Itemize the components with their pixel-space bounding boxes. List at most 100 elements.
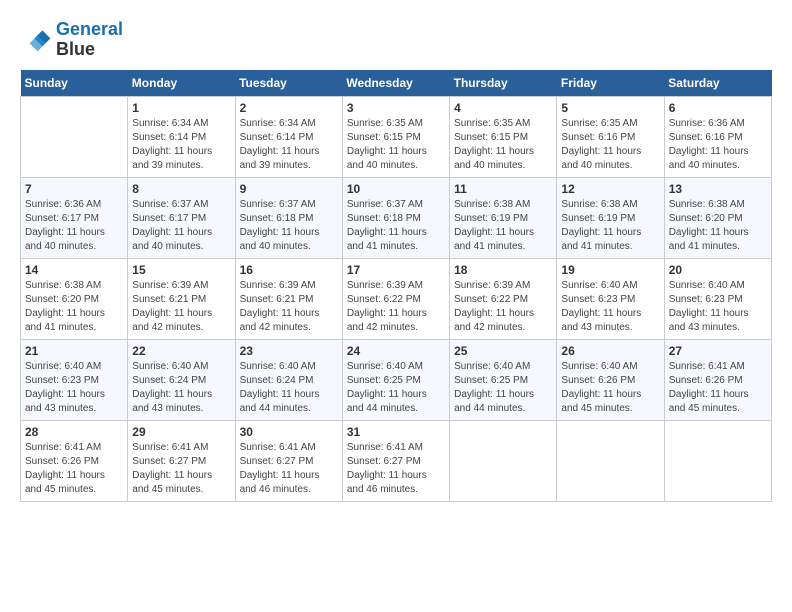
day-info: Sunrise: 6:38 AM Sunset: 6:19 PM Dayligh…	[454, 198, 552, 254]
day-number: 21	[25, 344, 123, 358]
day-number: 2	[240, 101, 338, 115]
calendar-cell: 30 Sunrise: 6:41 AM Sunset: 6:27 PM Dayli…	[235, 420, 342, 501]
day-info: Sunrise: 6:39 AM Sunset: 6:21 PM Dayligh…	[240, 279, 338, 335]
day-info: Sunrise: 6:40 AM Sunset: 6:26 PM Dayligh…	[561, 360, 659, 416]
calendar-cell: 5Sunrise: 6:35 AM Sunset: 6:16 PM Daylig…	[557, 96, 664, 177]
calendar-cell: 15 Sunrise: 6:39 AM Sunset: 6:21 PM Dayli…	[128, 258, 235, 339]
day-info: Sunrise: 6:40 AM Sunset: 6:23 PM Dayligh…	[25, 360, 123, 416]
weekday-header: Sunday	[21, 70, 128, 97]
day-info: Sunrise: 6:38 AM Sunset: 6:20 PM Dayligh…	[669, 198, 767, 254]
day-info: Sunrise: 6:35 AM Sunset: 6:15 PM Dayligh…	[347, 117, 445, 173]
logo: General Blue	[20, 20, 123, 60]
calendar-cell	[450, 420, 557, 501]
calendar-cell: 28 Sunrise: 6:41 AM Sunset: 6:26 PM Dayli…	[21, 420, 128, 501]
day-info: Sunrise: 6:37 AM Sunset: 6:17 PM Dayligh…	[132, 198, 230, 254]
day-info: Sunrise: 6:39 AM Sunset: 6:22 PM Dayligh…	[454, 279, 552, 335]
calendar-cell	[664, 420, 771, 501]
calendar-cell: 2 Sunrise: 6:34 AM Sunset: 6:14 PM Daylig…	[235, 96, 342, 177]
day-info: Sunrise: 6:34 AM Sunset: 6:14 PM Dayligh…	[240, 117, 338, 173]
weekday-header: Tuesday	[235, 70, 342, 97]
calendar-week: 14 Sunrise: 6:38 AM Sunset: 6:20 PM Dayli…	[21, 258, 772, 339]
day-number: 9	[240, 182, 338, 196]
day-info: Sunrise: 6:41 AM Sunset: 6:27 PM Dayligh…	[132, 441, 230, 497]
calendar-cell: 25Sunrise: 6:40 AM Sunset: 6:25 PM Dayli…	[450, 339, 557, 420]
calendar-cell: 19Sunrise: 6:40 AM Sunset: 6:23 PM Dayli…	[557, 258, 664, 339]
day-info: Sunrise: 6:39 AM Sunset: 6:22 PM Dayligh…	[347, 279, 445, 335]
calendar-cell: 6Sunrise: 6:36 AM Sunset: 6:16 PM Daylig…	[664, 96, 771, 177]
calendar-cell: 13Sunrise: 6:38 AM Sunset: 6:20 PM Dayli…	[664, 177, 771, 258]
calendar-cell: 24 Sunrise: 6:40 AM Sunset: 6:25 PM Dayli…	[342, 339, 449, 420]
day-info: Sunrise: 6:38 AM Sunset: 6:19 PM Dayligh…	[561, 198, 659, 254]
calendar-cell: 16 Sunrise: 6:39 AM Sunset: 6:21 PM Dayli…	[235, 258, 342, 339]
weekday-header: Monday	[128, 70, 235, 97]
day-info: Sunrise: 6:38 AM Sunset: 6:20 PM Dayligh…	[25, 279, 123, 335]
day-number: 26	[561, 344, 659, 358]
calendar-cell: 8 Sunrise: 6:37 AM Sunset: 6:17 PM Daylig…	[128, 177, 235, 258]
day-number: 29	[132, 425, 230, 439]
calendar-cell: 18 Sunrise: 6:39 AM Sunset: 6:22 PM Dayli…	[450, 258, 557, 339]
day-number: 3	[347, 101, 445, 115]
day-info: Sunrise: 6:41 AM Sunset: 6:27 PM Dayligh…	[347, 441, 445, 497]
day-number: 24	[347, 344, 445, 358]
day-number: 4	[454, 101, 552, 115]
calendar-cell: 3 Sunrise: 6:35 AM Sunset: 6:15 PM Daylig…	[342, 96, 449, 177]
calendar-cell: 23 Sunrise: 6:40 AM Sunset: 6:24 PM Dayli…	[235, 339, 342, 420]
day-number: 8	[132, 182, 230, 196]
calendar-cell: 27 Sunrise: 6:41 AM Sunset: 6:26 PM Dayli…	[664, 339, 771, 420]
day-info: Sunrise: 6:40 AM Sunset: 6:25 PM Dayligh…	[454, 360, 552, 416]
day-info: Sunrise: 6:34 AM Sunset: 6:14 PM Dayligh…	[132, 117, 230, 173]
calendar-cell: 21 Sunrise: 6:40 AM Sunset: 6:23 PM Dayli…	[21, 339, 128, 420]
day-number: 10	[347, 182, 445, 196]
calendar-week: 1 Sunrise: 6:34 AM Sunset: 6:14 PM Daylig…	[21, 96, 772, 177]
calendar-week: 28 Sunrise: 6:41 AM Sunset: 6:26 PM Dayli…	[21, 420, 772, 501]
day-number: 7	[25, 182, 123, 196]
day-info: Sunrise: 6:41 AM Sunset: 6:26 PM Dayligh…	[669, 360, 767, 416]
weekday-header: Wednesday	[342, 70, 449, 97]
calendar-week: 7 Sunrise: 6:36 AM Sunset: 6:17 PM Daylig…	[21, 177, 772, 258]
calendar-cell: 31 Sunrise: 6:41 AM Sunset: 6:27 PM Dayli…	[342, 420, 449, 501]
day-info: Sunrise: 6:36 AM Sunset: 6:17 PM Dayligh…	[25, 198, 123, 254]
weekday-header: Thursday	[450, 70, 557, 97]
day-info: Sunrise: 6:35 AM Sunset: 6:15 PM Dayligh…	[454, 117, 552, 173]
day-info: Sunrise: 6:41 AM Sunset: 6:26 PM Dayligh…	[25, 441, 123, 497]
day-number: 11	[454, 182, 552, 196]
weekday-header: Friday	[557, 70, 664, 97]
day-number: 22	[132, 344, 230, 358]
day-number: 28	[25, 425, 123, 439]
day-number: 17	[347, 263, 445, 277]
day-number: 14	[25, 263, 123, 277]
day-info: Sunrise: 6:40 AM Sunset: 6:25 PM Dayligh…	[347, 360, 445, 416]
day-number: 20	[669, 263, 767, 277]
calendar-cell: 9Sunrise: 6:37 AM Sunset: 6:18 PM Daylig…	[235, 177, 342, 258]
weekday-header: Saturday	[664, 70, 771, 97]
calendar-week: 21 Sunrise: 6:40 AM Sunset: 6:23 PM Dayli…	[21, 339, 772, 420]
page-header: General Blue	[20, 20, 772, 60]
calendar-cell: 26 Sunrise: 6:40 AM Sunset: 6:26 PM Dayli…	[557, 339, 664, 420]
logo-icon	[20, 24, 52, 56]
calendar-cell: 7 Sunrise: 6:36 AM Sunset: 6:17 PM Daylig…	[21, 177, 128, 258]
day-number: 16	[240, 263, 338, 277]
day-info: Sunrise: 6:39 AM Sunset: 6:21 PM Dayligh…	[132, 279, 230, 335]
calendar-cell	[557, 420, 664, 501]
calendar-cell	[21, 96, 128, 177]
day-info: Sunrise: 6:40 AM Sunset: 6:23 PM Dayligh…	[561, 279, 659, 335]
day-number: 27	[669, 344, 767, 358]
day-number: 31	[347, 425, 445, 439]
day-number: 12	[561, 182, 659, 196]
day-number: 1	[132, 101, 230, 115]
day-info: Sunrise: 6:35 AM Sunset: 6:16 PM Dayligh…	[561, 117, 659, 173]
day-info: Sunrise: 6:40 AM Sunset: 6:23 PM Dayligh…	[669, 279, 767, 335]
day-number: 18	[454, 263, 552, 277]
calendar-cell: 22Sunrise: 6:40 AM Sunset: 6:24 PM Dayli…	[128, 339, 235, 420]
day-number: 15	[132, 263, 230, 277]
day-number: 23	[240, 344, 338, 358]
calendar-cell: 1 Sunrise: 6:34 AM Sunset: 6:14 PM Daylig…	[128, 96, 235, 177]
calendar-cell: 4 Sunrise: 6:35 AM Sunset: 6:15 PM Daylig…	[450, 96, 557, 177]
calendar-cell: 29 Sunrise: 6:41 AM Sunset: 6:27 PM Dayli…	[128, 420, 235, 501]
day-info: Sunrise: 6:40 AM Sunset: 6:24 PM Dayligh…	[240, 360, 338, 416]
day-info: Sunrise: 6:41 AM Sunset: 6:27 PM Dayligh…	[240, 441, 338, 497]
calendar-table: SundayMondayTuesdayWednesdayThursdayFrid…	[20, 70, 772, 502]
day-number: 6	[669, 101, 767, 115]
calendar-cell: 11 Sunrise: 6:38 AM Sunset: 6:19 PM Dayli…	[450, 177, 557, 258]
day-number: 30	[240, 425, 338, 439]
